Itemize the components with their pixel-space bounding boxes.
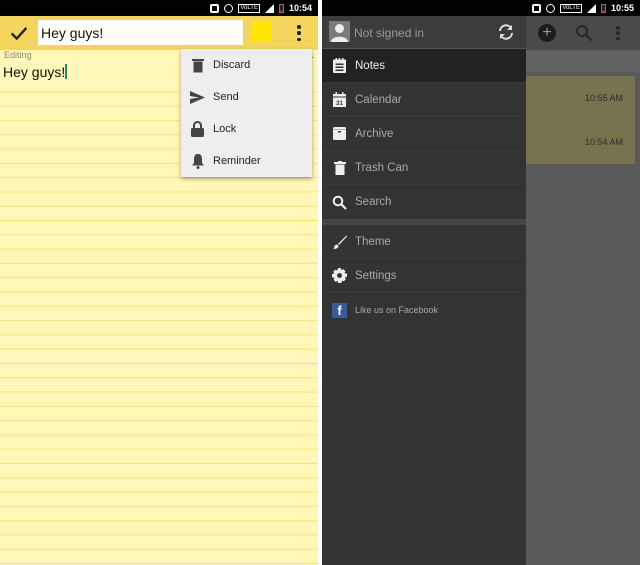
battery-icon (278, 3, 284, 13)
drawer-item-facebook[interactable]: f Like us on Facebook (322, 293, 526, 327)
archive-icon (332, 126, 347, 141)
note-list-item[interactable]: 10:54 AM (522, 120, 635, 164)
menu-item-label: Discard (213, 59, 251, 71)
save-check-button[interactable] (8, 22, 30, 44)
menu-item-label: Reminder (213, 155, 261, 167)
svg-text:31: 31 (336, 101, 343, 107)
note-title-input[interactable] (38, 20, 243, 45)
search-icon (332, 195, 347, 210)
text-cursor (65, 64, 67, 79)
drawer-item-calendar[interactable]: 31 Calendar (322, 83, 526, 117)
volte-badge: VoLTE (560, 3, 582, 13)
avatar (329, 21, 350, 42)
overflow-menu: Discard Send Lock Reminder (181, 49, 312, 177)
menu-item-send[interactable]: Send (181, 81, 312, 113)
drawer-item-settings[interactable]: Settings (322, 259, 526, 293)
alarm-icon (546, 3, 556, 13)
signal-icon (586, 3, 596, 13)
overflow-dot (297, 37, 301, 41)
status-time: 10:54 (288, 3, 312, 13)
check-icon (10, 27, 28, 41)
overflow-dot (297, 31, 301, 35)
drawer-item-label: Like us on Facebook (355, 305, 439, 315)
search-button[interactable] (575, 24, 593, 42)
vibrate-icon (532, 3, 542, 13)
vibrate-icon (210, 3, 220, 13)
drawer-item-label: Settings (355, 269, 397, 282)
bell-icon (190, 154, 205, 169)
drawer-item-theme[interactable]: Theme (322, 225, 526, 259)
status-bar: VoLTE 10:55 (322, 0, 640, 16)
overflow-dot (616, 26, 620, 30)
menu-item-lock[interactable]: Lock (181, 113, 312, 145)
plus-icon: + (542, 24, 552, 41)
menu-item-label: Send (213, 91, 239, 103)
overflow-dot (297, 25, 301, 29)
overflow-menu-button[interactable] (290, 23, 308, 43)
note-body-text[interactable]: Hey guys! (3, 64, 67, 80)
overflow-menu-button[interactable] (614, 24, 622, 42)
calendar-icon: 31 (332, 92, 347, 107)
lock-icon (190, 121, 205, 137)
avatar-icon (331, 24, 348, 42)
drawer-header[interactable]: Not signed in (322, 16, 526, 49)
sync-icon (499, 24, 513, 40)
drawer-item-label: Trash Can (355, 161, 409, 174)
trash-icon (332, 160, 347, 175)
overflow-dot (616, 36, 620, 40)
drawer-item-trash[interactable]: Trash Can (322, 151, 526, 185)
status-bar: VoLTE 10:54 (0, 0, 318, 16)
color-picker-button[interactable] (252, 22, 272, 42)
gear-icon (332, 268, 347, 283)
brush-icon (332, 234, 347, 249)
search-icon (576, 25, 593, 42)
battery-icon (600, 3, 606, 13)
drawer-item-label: Search (355, 196, 392, 208)
menu-item-discard[interactable]: Discard (181, 49, 312, 81)
note-body-content: Hey guys! (3, 64, 66, 80)
note-list-item[interactable]: 10:55 AM (522, 76, 635, 120)
account-label: Not signed in (354, 26, 425, 40)
menu-item-label: Lock (213, 123, 237, 135)
navigation-drawer: Not signed in Notes 31 Calendar Archive … (322, 16, 526, 565)
notes-icon (332, 58, 347, 73)
drawer-item-search[interactable]: Search (322, 185, 526, 219)
editor-toolbar (0, 16, 318, 50)
drawer-item-notes[interactable]: Notes (322, 49, 526, 83)
note-time: 10:55 AM (584, 93, 623, 103)
navigation-drawer-screen: VoLTE 10:55 + 10:55 AM 10:54 AM Not sign… (322, 0, 640, 565)
overflow-dot (616, 31, 620, 35)
note-time: 10:54 AM (584, 137, 623, 147)
volte-badge: VoLTE (238, 3, 260, 13)
facebook-icon: f (332, 302, 347, 318)
drawer-item-label: Archive (355, 127, 394, 140)
mode-label: Editing (4, 50, 32, 60)
note-editor-screen: VoLTE 10:54 Editing 1 Hey guys! Discard … (0, 0, 318, 565)
send-icon (190, 90, 205, 105)
alarm-icon (224, 3, 234, 13)
trash-icon (190, 58, 205, 73)
status-time: 10:55 (610, 3, 634, 13)
add-note-button[interactable]: + (538, 24, 556, 42)
drawer-item-label: Theme (355, 235, 391, 248)
sync-button[interactable] (497, 23, 515, 41)
drawer-item-archive[interactable]: Archive (322, 117, 526, 151)
facebook-logo: f (332, 302, 347, 318)
drawer-item-label: Notes (355, 59, 386, 72)
drawer-item-label: Calendar (355, 93, 402, 106)
signal-icon (264, 3, 274, 13)
menu-item-reminder[interactable]: Reminder (181, 145, 312, 177)
